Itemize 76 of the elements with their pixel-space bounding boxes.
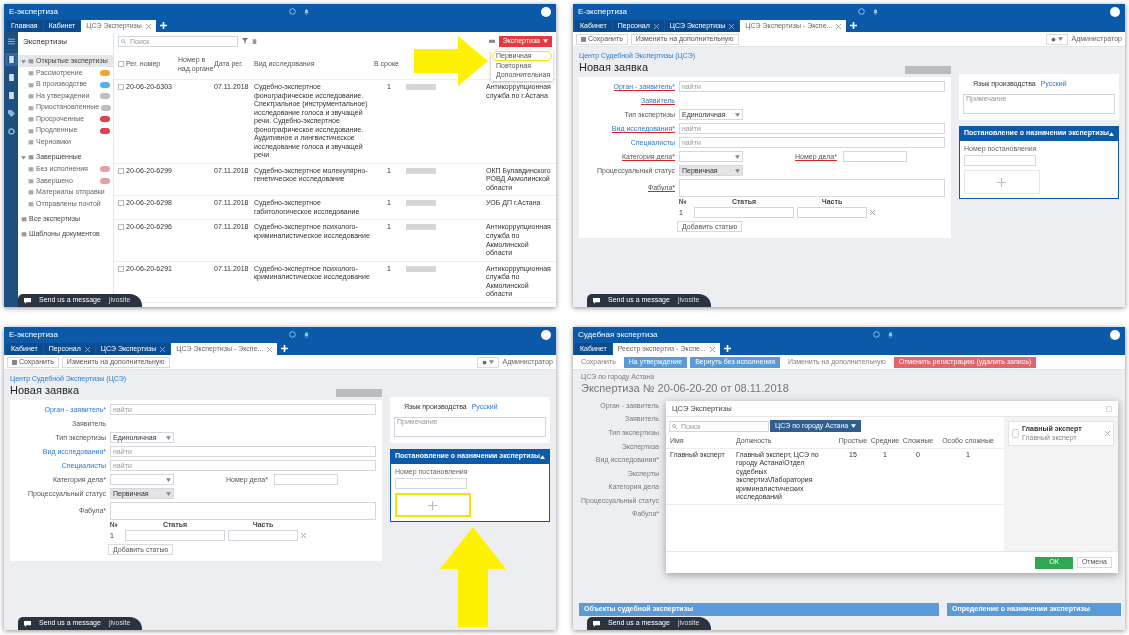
settings-button[interactable] — [477, 356, 500, 368]
chat-icon — [24, 620, 31, 627]
document-icon[interactable] — [7, 92, 15, 99]
caret-icon — [166, 477, 171, 482]
page-title: Экспертиза № 20-06-20-20 от 08.11.2018 — [581, 381, 790, 395]
checkbox[interactable] — [118, 265, 124, 272]
caret-icon — [166, 491, 171, 496]
folder-icon — [21, 215, 27, 222]
decree-number-field[interactable] — [395, 478, 467, 490]
text-field[interactable] — [273, 474, 338, 486]
plus-icon[interactable] — [428, 500, 438, 510]
plus-icon[interactable] — [997, 177, 1007, 187]
text-area[interactable] — [679, 178, 945, 197]
bell-icon[interactable] — [872, 8, 879, 15]
add-tab-icon[interactable] — [723, 345, 731, 352]
bell-icon[interactable] — [303, 331, 310, 338]
page-title: Новая заявка — [579, 60, 649, 74]
avatar-icon[interactable] — [541, 329, 551, 340]
caret-icon — [489, 360, 495, 364]
status-tag — [905, 65, 951, 74]
collapse-icon[interactable] — [1109, 131, 1114, 136]
chat-icon — [593, 620, 600, 627]
add-tab-icon[interactable] — [850, 22, 858, 29]
text-field[interactable] — [842, 151, 907, 163]
status-tag — [336, 388, 382, 397]
part-field[interactable] — [228, 530, 298, 542]
app-title: E-экспертиза — [9, 6, 58, 17]
avatar-icon[interactable] — [1110, 329, 1120, 340]
text-area[interactable] — [110, 501, 376, 520]
checkbox[interactable] — [118, 200, 124, 207]
app-title: Судебная экспертиза — [578, 329, 658, 340]
page-title: Новая заявка — [10, 383, 80, 397]
add-tab-icon[interactable] — [281, 345, 289, 352]
caret-icon[interactable] — [21, 58, 26, 64]
tag-icon[interactable] — [7, 110, 15, 117]
settings-icon[interactable] — [7, 128, 15, 135]
avatar-icon[interactable] — [541, 6, 551, 17]
folder-icon — [21, 231, 27, 238]
collapse-icon[interactable] — [540, 454, 545, 459]
caret-icon — [851, 424, 857, 428]
checkbox[interactable] — [118, 167, 124, 174]
article-field[interactable] — [125, 530, 225, 542]
filter-icon[interactable] — [242, 38, 248, 44]
decree-number-field[interactable] — [964, 155, 1036, 167]
caret-icon[interactable] — [21, 154, 26, 160]
checkbox[interactable] — [118, 224, 124, 231]
select-field[interactable] — [679, 151, 743, 163]
bell-icon[interactable] — [303, 8, 310, 15]
status-tag — [406, 200, 436, 207]
checkbox[interactable] — [118, 84, 124, 90]
app-title: E-экспертиза — [578, 6, 627, 17]
chat-icon — [593, 297, 600, 304]
checkbox[interactable] — [118, 61, 124, 68]
caret-icon — [166, 435, 171, 440]
status-tag — [406, 224, 436, 231]
status-tag — [406, 167, 436, 174]
select-field[interactable] — [110, 474, 174, 486]
article-field[interactable] — [694, 207, 794, 219]
document-icon[interactable] — [7, 56, 15, 63]
caret-icon — [735, 112, 740, 117]
menu-icon[interactable] — [7, 38, 15, 45]
bell-icon[interactable] — [887, 331, 895, 338]
caret-icon — [1058, 37, 1064, 41]
caret-icon — [735, 154, 740, 159]
add-tab-icon[interactable] — [159, 22, 167, 29]
avatar-icon[interactable] — [1110, 6, 1120, 17]
part-field[interactable] — [797, 207, 867, 219]
document-icon[interactable] — [7, 74, 15, 81]
status-tag — [406, 265, 436, 272]
sidebar-title: Экспертизы — [22, 36, 68, 48]
app-title: E-экспертиза — [9, 329, 58, 340]
caret-icon — [735, 168, 740, 173]
caret-icon — [543, 39, 548, 43]
status-tag — [406, 84, 436, 90]
chat-icon — [24, 297, 31, 304]
settings-button[interactable] — [1046, 33, 1069, 45]
